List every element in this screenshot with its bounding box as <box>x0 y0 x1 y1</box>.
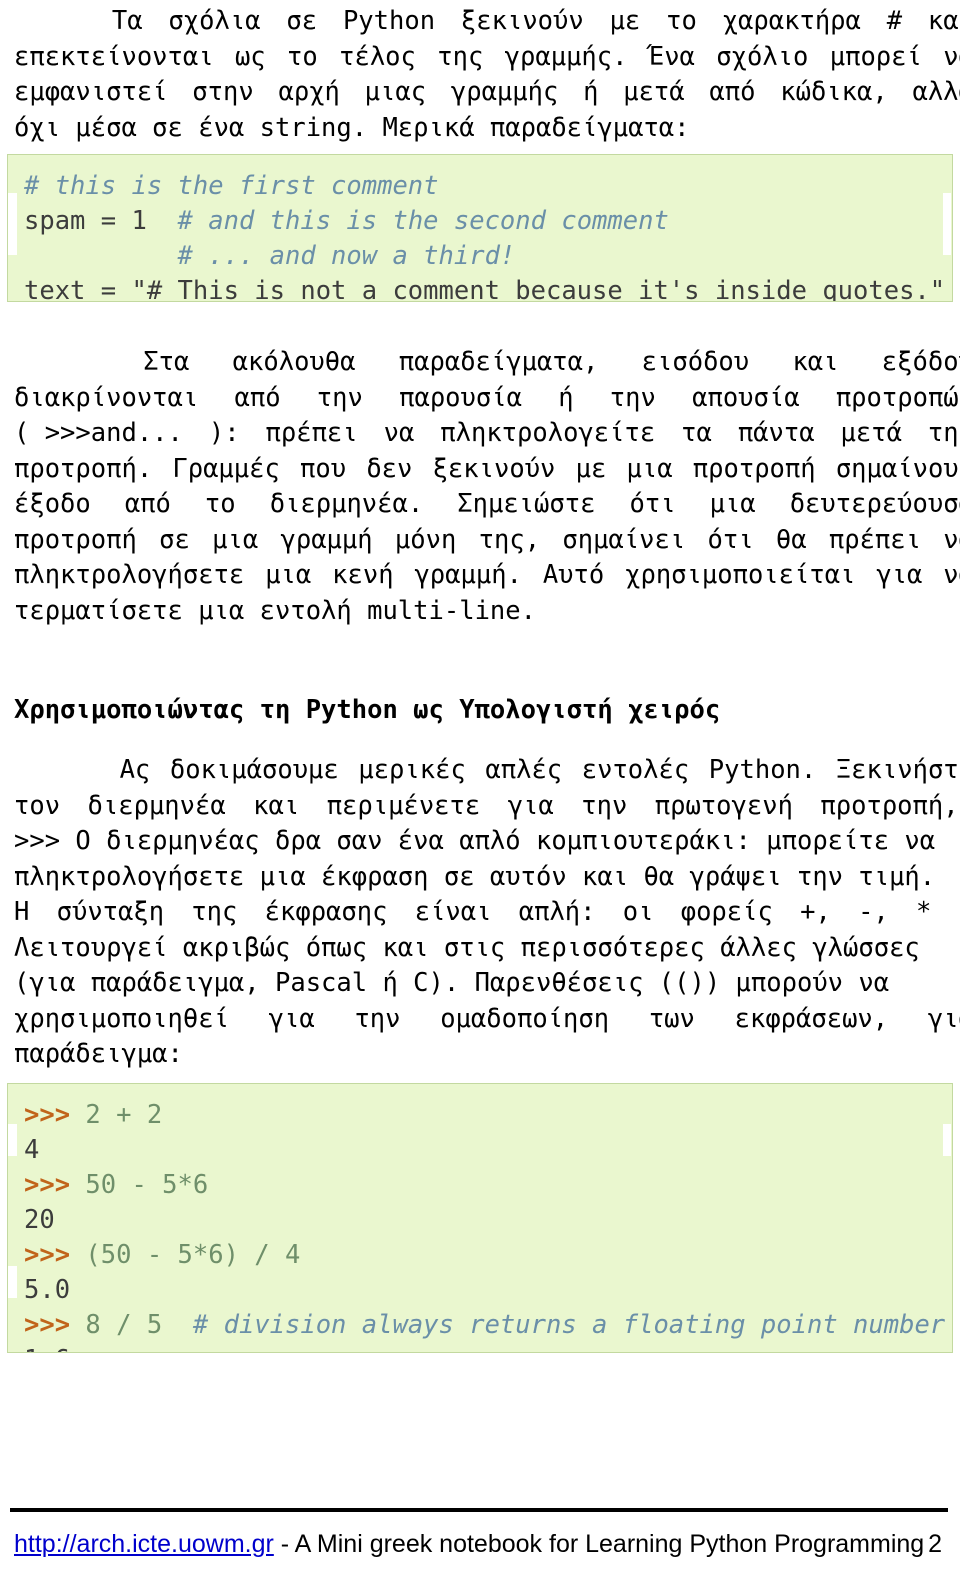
code-comment: # and this is the second comment <box>177 206 669 236</box>
scan-artifact <box>8 193 17 255</box>
code-line: # ... and now a third! <box>24 239 936 274</box>
code-block-calculator: >>> 2 + 2 4 >>> 50 - 5*6 20 >>> (50 - 5*… <box>7 1083 953 1353</box>
footer-text: http://arch.icte.uowm.gr - A Mini greek … <box>14 1530 924 1559</box>
paragraph-line: Ησύνταξη της έκφρασης είναι απλή: οι φορείς +, -… <box>14 897 960 927</box>
code-line: # this is the first comment <box>24 169 936 204</box>
footer-separator: - <box>273 1530 295 1558</box>
code-comment: # ... and now a third! <box>177 241 516 271</box>
document-page: Τα σχόλια σε Python ξεκινούν με το χαρακτήρα # κα… <box>0 0 960 1573</box>
paragraph-comments-intro: Τα σχόλια σε Python ξεκινούν με το χαρακτήρα # κα… <box>0 4 960 146</box>
code-line: >>> (50 - 5*6) / 4 <box>24 1238 936 1273</box>
paragraph-line: χρησιμοποιηθεί για την ομαδοποίηση των εκφράσ… <box>14 1003 960 1034</box>
paragraph-line: Τα σχόλια σε Python ξεκινούν με το χαρακτήρα # κα… <box>111 6 960 36</box>
paragraph-line: >>> Ο διερμηνέας δρα σαν ένα απλό κομπιο… <box>14 826 936 856</box>
code-text: text = "# This is not a comment because … <box>24 276 946 302</box>
code-expression: 50 - 5*6 <box>70 1170 209 1200</box>
code-line: 20 <box>24 1203 936 1238</box>
scan-artifact <box>8 1124 17 1156</box>
prompt-marker: >>> <box>24 1170 71 1200</box>
code-expression: 2 + 2 <box>70 1100 163 1130</box>
prompt-marker: >>> <box>24 1310 71 1340</box>
paragraph-line: προτροπή σε μια γραμμή μόνη της, σημαίνει ότι θα… <box>14 524 960 555</box>
scan-artifact <box>8 1266 17 1298</box>
paragraph-line: προτροπή. Γραμμές που δεν ξεκινούν με μια προτρ… <box>14 453 960 484</box>
page-footer: http://arch.icte.uowm.gr - A Mini greek … <box>14 1530 946 1559</box>
code-comment: # division always returns a floating poi… <box>192 1310 946 1340</box>
footer-url-link[interactable]: http://arch.icte.uowm.gr <box>14 1530 274 1558</box>
paragraph-line: όχι μέσα σε ένα string. Μερικά παραδείγμ… <box>14 112 690 143</box>
prompt-marker: >>> <box>24 1100 71 1130</box>
paragraph-line: έξοδο από το διερμηνέα. Σημειώστε ότι μια δευτε… <box>14 489 960 519</box>
code-block-comments: # this is the first comment spam = 1 # a… <box>7 154 953 302</box>
scan-artifact <box>943 1124 951 1156</box>
paragraph-line: τον διερμηνέα και περιμένετε για την πρωτογενή… <box>14 790 960 821</box>
scan-artifact <box>943 193 951 255</box>
code-line: 1.6 <box>24 1343 936 1352</box>
footer-description: A Mini greek notebook for Learning Pytho… <box>294 1530 925 1558</box>
paragraph-line: (για παράδειγμα, Pascal ή C). Παρενθέσει… <box>14 968 890 998</box>
paragraph-prompts: Σταακόλουθαπαραδείγματα,εισόδουκαιεξόδου… <box>0 345 960 629</box>
code-line: >>> 8 / 5 # division always returns a fl… <box>24 1308 945 1343</box>
paragraph-line: Ας δοκιμάσουμε μερικές απλές εντολές Python. Ξ… <box>119 755 960 785</box>
paragraph-line: εμφανιστεί στην αρχή μιας γραμμής ή μετά από κώδ… <box>14 77 960 107</box>
code-output: 1.6 <box>24 1345 70 1352</box>
code-expression: (50 - 5*6) / 4 <box>70 1240 301 1270</box>
code-text: spam = 1 <box>24 206 178 236</box>
prompt-marker: >>> <box>24 1240 71 1270</box>
paragraph-line: επεκτείνονται ως το τέλος της γραμμής. Ένα σχόλ… <box>14 41 960 72</box>
code-comment: # this is the first comment <box>24 171 439 201</box>
paragraph-calculator: Ας δοκιμάσουμε μερικές απλές εντολές Python. Ξ… <box>0 753 960 1073</box>
paragraph-line: παράδειγμα: <box>14 1039 183 1069</box>
paragraph-line: Σταακόλουθαπαραδείγματα,εισόδουκαιεξόδου <box>143 347 960 377</box>
code-line: 4 <box>24 1133 936 1168</box>
code-expression: 8 / 5 <box>70 1310 193 1340</box>
paragraph-line: Λειτουργεί ακριβώς όπως και στις περισσό… <box>14 932 920 963</box>
paragraph-line: διακρίνονται από την παρουσία ή την απουσία προ… <box>14 382 960 413</box>
footer-page-number: 2 <box>928 1530 942 1558</box>
paragraph-line: ( >>>and...): πρέπει να πληκτρολογείτε τα πάν… <box>14 418 960 448</box>
footer-divider <box>10 1508 948 1512</box>
paragraph-line: πληκτρολογήσετε μια έκφραση σε αυτόν και… <box>14 861 936 892</box>
code-output: 20 <box>24 1205 55 1235</box>
paragraph-line: πληκτρολογήσετε μια κενή γραμμή. Αυτό χρησιμο… <box>14 560 960 590</box>
section-heading: Χρησιμοποιώντας τη Python ως Υπολογιστή … <box>14 695 721 725</box>
code-line: spam = 1 # and this is the second commen… <box>24 204 936 239</box>
code-line: text = "# This is not a comment because … <box>24 274 945 301</box>
code-output: 5.0 <box>24 1275 71 1305</box>
code-output: 4 <box>24 1135 40 1165</box>
code-line: 5.0 <box>24 1273 936 1308</box>
paragraph-line: τερματίσετε μια εντολή multi-line. <box>14 595 536 626</box>
code-line: >>> 2 + 2 <box>24 1098 936 1133</box>
code-line: >>> 50 - 5*6 <box>24 1168 936 1203</box>
